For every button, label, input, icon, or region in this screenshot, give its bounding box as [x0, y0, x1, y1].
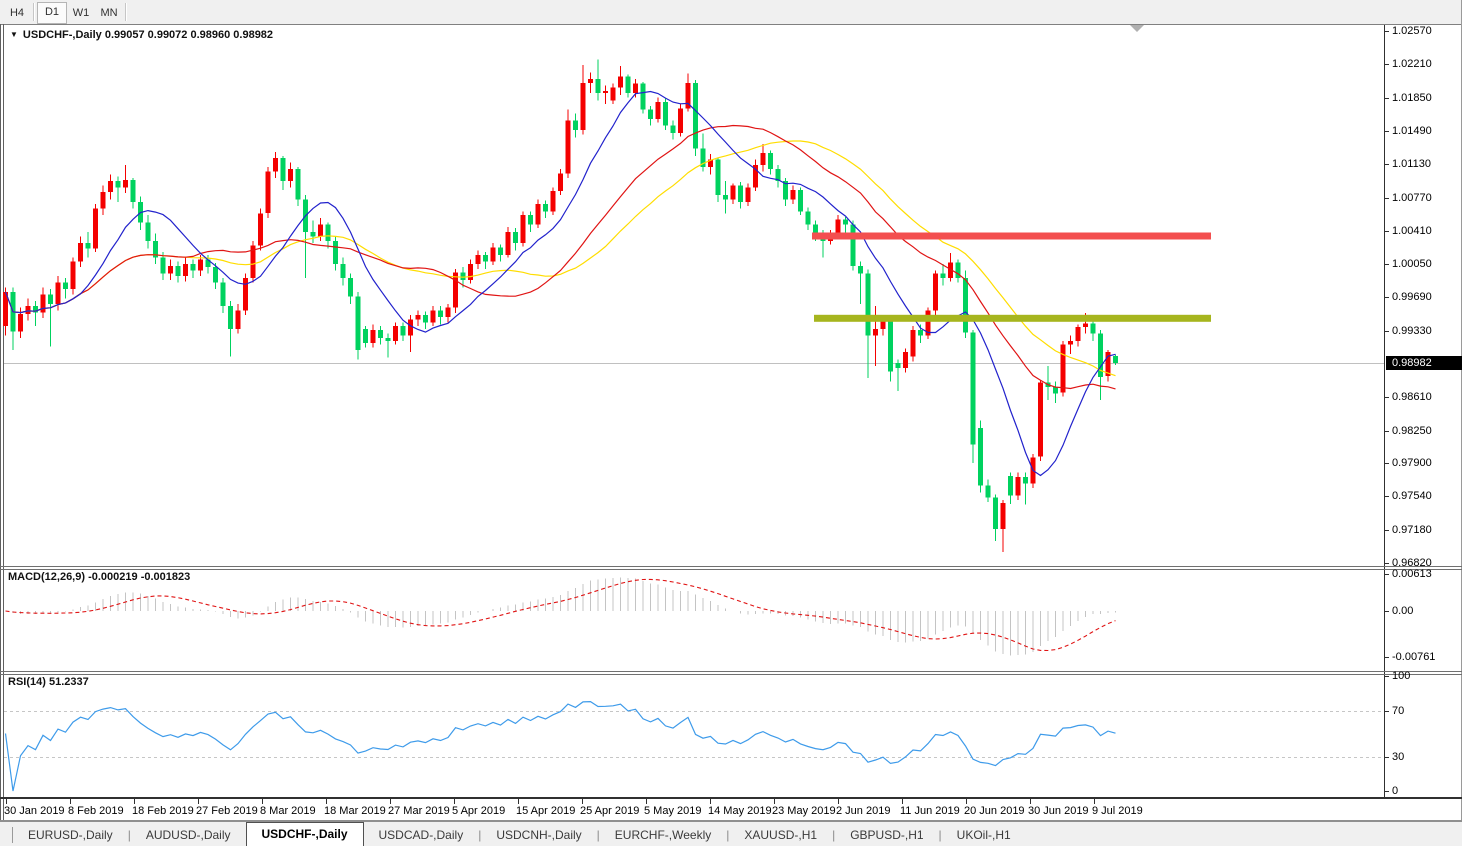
macd-values: -0.000219 -0.001823 [88, 571, 191, 583]
tab-audusd-daily[interactable]: AUDUSD-,Daily [131, 824, 246, 846]
price-tick-label: 1.01490 [1392, 124, 1432, 137]
price-tick-label: 0.99330 [1392, 324, 1432, 337]
price-tick-label: 1.01850 [1392, 91, 1432, 104]
macd-indicator-label: MACD(12,26,9) -0.000219 -0.001823 [8, 571, 191, 583]
date-tick-label: 27 Mar 2019 [388, 805, 450, 817]
rsi-tick-label: 70 [1392, 704, 1405, 717]
date-tick-label: 18 Feb 2019 [132, 805, 194, 817]
macd-tick-label: -0.00761 [1392, 651, 1436, 664]
timeframe-button-w1[interactable]: W1 [67, 3, 95, 23]
chart-title: ▼ USDCHF-,Daily 0.99057 0.99072 0.98960 0… [10, 29, 273, 41]
tab-ukoil-h1[interactable]: UKOil-,H1 [942, 824, 1026, 846]
price-tick-label: 0.97900 [1392, 457, 1432, 470]
tab-eurchf-weekly[interactable]: EURCHF-,Weekly [600, 824, 726, 846]
date-tick-label: 5 Apr 2019 [452, 805, 506, 817]
chart-symbol-label: USDCHF-,Daily [22, 29, 102, 41]
price-tick-label: 1.00770 [1392, 191, 1432, 204]
chart-ohlc-values: 0.99057 0.99072 0.98960 0.98982 [104, 29, 274, 41]
tab-eurusd-daily[interactable]: EURUSD-,Daily [13, 824, 128, 846]
toolbar-separator [125, 3, 127, 21]
date-tick-label: 8 Mar 2019 [260, 805, 316, 817]
date-tick-label: 27 Feb 2019 [196, 805, 258, 817]
tab-stub [0, 827, 13, 843]
tab-gbpusd-h1[interactable]: GBPUSD-,H1 [835, 824, 938, 846]
date-tick-label: 14 May 2019 [708, 805, 772, 817]
date-tick-label: 20 Jun 2019 [964, 805, 1025, 817]
timeframe-button-d1[interactable]: D1 [37, 1, 67, 24]
price-tick-label: 1.00410 [1392, 224, 1432, 237]
price-tick-label: 0.97540 [1392, 490, 1432, 503]
tab-usdchf-daily[interactable]: USDCHF-,Daily [245, 822, 364, 846]
chart-tab-bar: EURUSD-,Daily | AUDUSD-,Daily USDCHF-,Daily… [0, 821, 1462, 846]
date-tick-label: 15 Apr 2019 [516, 805, 576, 817]
current-price-badge: 0.98982 [1386, 356, 1462, 370]
chart-symbol-dropdown-icon[interactable]: ▼ [10, 30, 18, 39]
date-tick-label: 5 May 2019 [644, 805, 702, 817]
price-tick-label: 0.98610 [1392, 391, 1432, 404]
date-tick-label: 2 Jun 2019 [836, 805, 891, 817]
toolbar-separator [33, 3, 35, 21]
date-tick-label: 25 Apr 2019 [580, 805, 640, 817]
date-tick-label: 18 Mar 2019 [324, 805, 386, 817]
rsi-value: 51.2337 [48, 676, 89, 688]
price-tick-label: 0.98250 [1392, 424, 1432, 437]
timeframe-button-mn[interactable]: MN [95, 3, 123, 23]
chart-window[interactable] [0, 24, 1462, 821]
macd-tick-label: 0.00 [1392, 605, 1414, 617]
rsi-tick-label: 30 [1392, 750, 1405, 763]
price-tick-label: 1.01130 [1392, 158, 1431, 171]
tab-xauusd-h1[interactable]: XAUUSD-,H1 [729, 824, 832, 846]
date-tick-label: 9 Jul 2019 [1092, 805, 1143, 817]
tab-usdcnh-daily[interactable]: USDCNH-,Daily [481, 824, 596, 846]
date-tick-label: 8 Feb 2019 [68, 805, 124, 817]
timeframe-toolbar: H4 D1 W1 MN [0, 0, 1462, 24]
price-tick-label: 0.97180 [1392, 523, 1432, 536]
macd-tick-label: 0.00613 [1392, 567, 1432, 580]
price-tick-label: 1.02570 [1392, 25, 1432, 37]
rsi-indicator-label: RSI(14) 51.2337 [8, 676, 89, 688]
price-tick-label: 0.99690 [1392, 291, 1432, 304]
date-tick-label: 11 Jun 2019 [900, 805, 960, 817]
timeframe-button-h4[interactable]: H4 [3, 3, 31, 23]
price-tick-label: 1.02210 [1392, 58, 1432, 71]
tab-usdcad-daily[interactable]: USDCAD-,Daily [364, 824, 479, 846]
date-tick-label: 30 Jan 2019 [4, 805, 65, 817]
date-tick-label: 23 May 2019 [772, 805, 836, 817]
date-tick-label: 30 Jun 2019 [1028, 805, 1089, 817]
rsi-tick-label: 100 [1392, 670, 1411, 682]
rsi-tick-label: 0 [1392, 785, 1399, 797]
price-tick-label: 1.00050 [1392, 258, 1432, 271]
